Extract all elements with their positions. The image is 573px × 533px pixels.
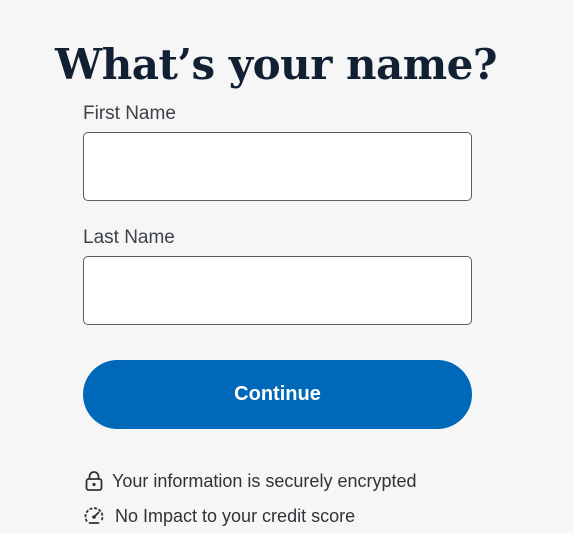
first-name-label: First Name (83, 103, 176, 124)
continue-button[interactable]: Continue (83, 360, 472, 429)
credit-score-note: No Impact to your credit score (83, 505, 355, 527)
first-name-input[interactable] (83, 132, 472, 201)
security-note: Your information is securely encrypted (83, 470, 417, 492)
speedometer-icon (83, 505, 105, 527)
last-name-input[interactable] (83, 256, 472, 325)
credit-score-note-text: No Impact to your credit score (115, 506, 356, 526)
page-title: What’s your name? (55, 40, 497, 90)
security-note-text: Your information is securely encrypted (112, 471, 417, 491)
last-name-label: Last Name (83, 227, 175, 248)
lock-icon (83, 470, 105, 492)
